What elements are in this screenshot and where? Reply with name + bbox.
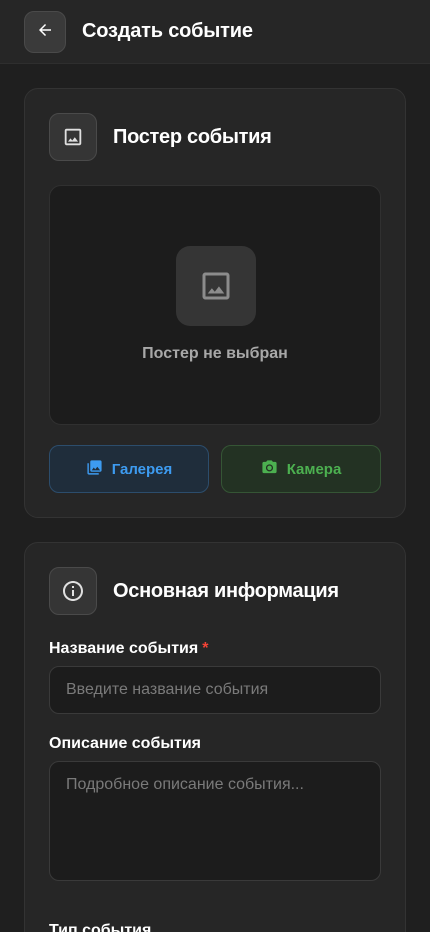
camera-icon [261, 459, 278, 480]
poster-drop-zone[interactable]: Постер не выбран [49, 185, 381, 425]
poster-card: Постер события Постер не выбран Галерея … [24, 88, 406, 518]
event-name-label: Название события * [49, 640, 208, 658]
event-type-label: Тип события [49, 922, 152, 932]
event-description-label: Описание события [49, 735, 202, 752]
poster-section-title: Постер события [113, 126, 272, 148]
event-name-label-text: Название события [49, 640, 199, 657]
event-description-input[interactable] [49, 761, 381, 881]
required-marker: * [202, 640, 209, 657]
info-section-title: Основная информация [113, 580, 339, 602]
app-bar: Создать событие [0, 0, 430, 64]
photo-library-icon [86, 459, 103, 480]
basic-info-card: Основная информация Название события* Оп… [24, 542, 406, 932]
page-title: Создать событие [82, 20, 253, 42]
image-icon [49, 113, 97, 161]
event-name-input[interactable] [49, 666, 381, 714]
gallery-button-label: Галерея [111, 460, 173, 478]
gallery-button[interactable]: Галерея [49, 445, 209, 493]
info-icon [49, 567, 97, 615]
image-placeholder-icon [176, 246, 256, 326]
camera-button[interactable]: Камера [221, 445, 381, 493]
arrow-left-icon [36, 21, 54, 44]
poster-placeholder-text: Постер не выбран [142, 345, 288, 362]
back-button[interactable] [24, 11, 66, 53]
camera-button-label: Камера [286, 460, 342, 478]
